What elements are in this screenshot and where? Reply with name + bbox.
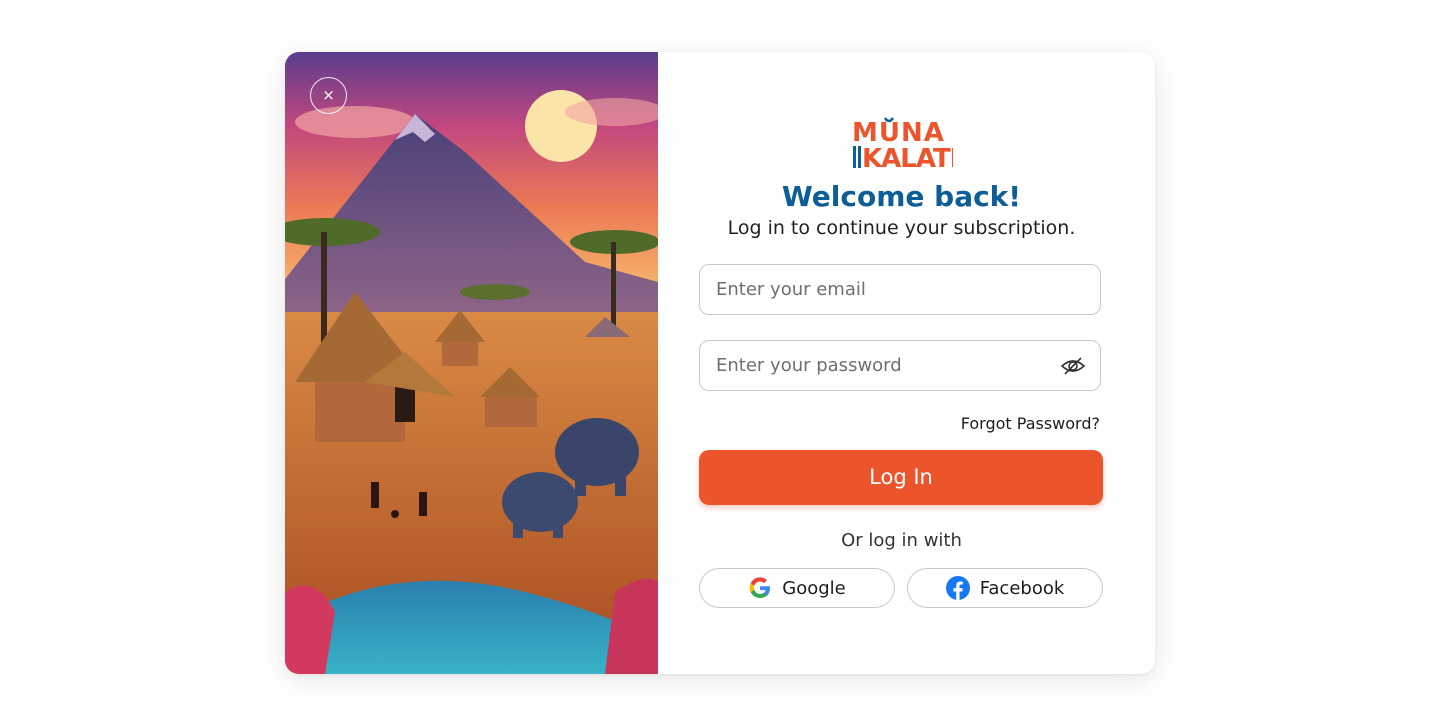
close-button[interactable]: × — [310, 77, 347, 114]
eye-off-icon[interactable] — [1060, 354, 1086, 378]
google-icon — [748, 576, 772, 600]
password-input[interactable] — [700, 341, 1046, 390]
page-title: Welcome back! — [781, 180, 1022, 213]
email-field[interactable] — [699, 264, 1101, 315]
savanna-illustration: × — [285, 52, 658, 674]
facebook-label: Facebook — [979, 577, 1065, 599]
google-login-button[interactable]: Google — [699, 568, 895, 608]
facebook-login-button[interactable]: Facebook — [907, 568, 1103, 608]
muna-kalati-logo: MUNA KALATI — [851, 116, 959, 174]
login-modal: × MUNA KALATI Welcome back! Log in to co… — [285, 52, 1155, 674]
facebook-icon — [945, 576, 970, 600]
login-form: MUNA KALATI Welcome back! Log in to cont… — [658, 52, 1155, 674]
forgot-password-link[interactable]: Forgot Password? — [961, 414, 1100, 433]
alt-login-label: Or log in with — [841, 530, 962, 551]
password-field[interactable] — [699, 340, 1101, 391]
logo-line2: KALATI — [862, 144, 953, 170]
google-label: Google — [782, 577, 846, 599]
login-button[interactable]: Log In — [699, 450, 1103, 505]
email-input[interactable] — [700, 265, 1046, 314]
page-subtitle: Log in to continue your subscription. — [727, 217, 1076, 239]
